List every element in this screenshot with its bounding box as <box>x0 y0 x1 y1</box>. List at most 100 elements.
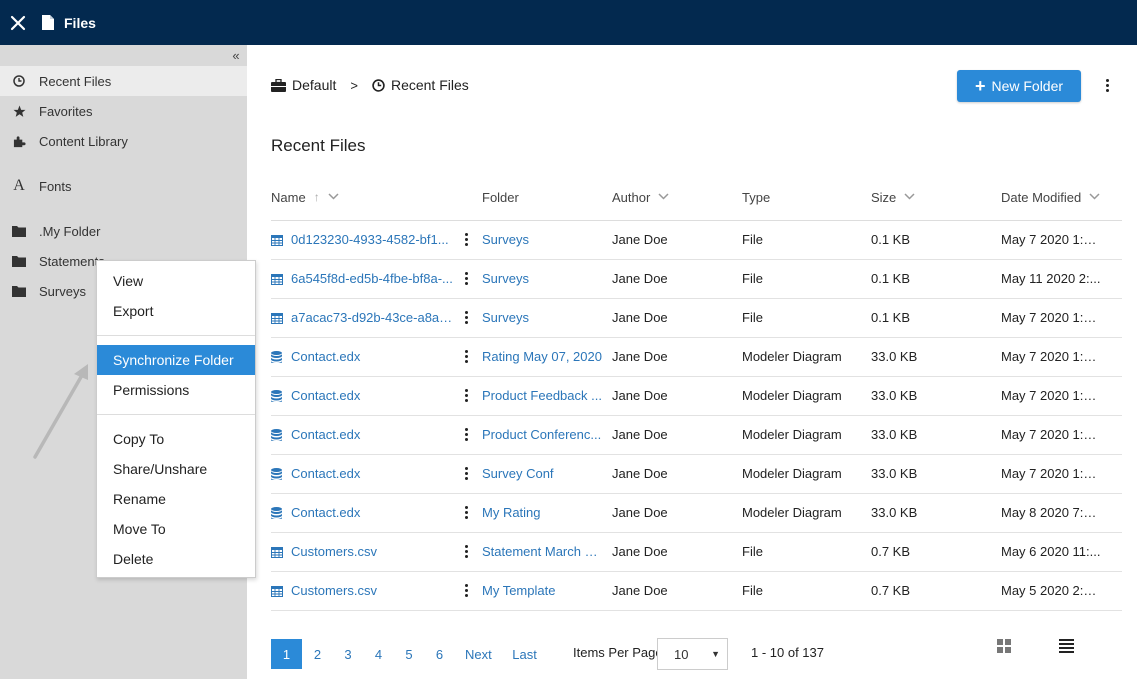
column-header-date-modified[interactable]: Date Modified <box>1001 187 1100 207</box>
items-per-page-select[interactable]: 10 ▼ <box>657 638 728 670</box>
page-6-button[interactable]: 6 <box>425 639 455 669</box>
folder-link[interactable]: Survey Conf <box>482 466 602 481</box>
row-more-options-icon[interactable] <box>464 233 468 253</box>
author-cell: Jane Doe <box>612 349 668 364</box>
collapse-sidebar-icon[interactable]: « <box>229 48 243 63</box>
author-cell: Jane Doe <box>612 427 668 442</box>
menu-item-move-to[interactable]: Move To <box>97 514 255 544</box>
type-cell: File <box>742 232 763 247</box>
file-name-link[interactable]: Contact.edx <box>291 388 455 403</box>
file-name-link[interactable]: a7acac73-d92b-43ce-a8a5-... <box>291 310 455 325</box>
table-icon <box>271 234 283 246</box>
chevron-down-icon[interactable] <box>904 192 915 203</box>
menu-item-rename[interactable]: Rename <box>97 484 255 514</box>
file-icon <box>42 15 54 30</box>
table-row[interactable]: 6a545f8d-ed5b-4fbe-bf8a-... Surveys Jane D… <box>271 260 1122 299</box>
file-name-link[interactable]: Contact.edx <box>291 427 455 442</box>
column-header-size[interactable]: Size <box>871 187 915 207</box>
sidebar-item-my-folder[interactable]: .My Folder <box>0 216 247 246</box>
file-name-link[interactable]: Contact.edx <box>291 349 455 364</box>
menu-item-view[interactable]: View <box>97 266 255 296</box>
grid-view-icon[interactable] <box>997 639 1011 656</box>
items-per-page-label: Items Per Page <box>573 645 663 660</box>
more-options-icon[interactable] <box>1102 75 1112 95</box>
column-header-type[interactable]: Type <box>742 187 770 207</box>
page-2-button[interactable]: 2 <box>303 639 333 669</box>
row-more-options-icon[interactable] <box>464 389 468 409</box>
close-icon[interactable] <box>0 0 36 45</box>
page-3-button[interactable]: 3 <box>333 639 363 669</box>
row-more-options-icon[interactable] <box>464 428 468 448</box>
last-page-link[interactable]: Last <box>502 639 547 669</box>
folder-link[interactable]: Statement March 2... <box>482 544 602 559</box>
table-row[interactable]: Contact.edx Product Conferenc... Jane Doe M… <box>271 416 1122 455</box>
file-name-link[interactable]: 6a545f8d-ed5b-4fbe-bf8a-... <box>291 271 455 286</box>
chevron-down-icon[interactable] <box>658 192 669 203</box>
folder-link[interactable]: Surveys <box>482 232 602 247</box>
file-name-link[interactable]: Contact.edx <box>291 466 455 481</box>
sidebar-item-content-library[interactable]: Content Library <box>0 126 247 156</box>
database-icon <box>271 468 283 480</box>
table-icon <box>271 312 283 324</box>
database-icon <box>271 390 283 402</box>
folder-link[interactable]: My Template <box>482 583 602 598</box>
folder-link[interactable]: Product Conferenc... <box>482 427 602 442</box>
folder-link[interactable]: Surveys <box>482 310 602 325</box>
page-4-button[interactable]: 4 <box>364 639 394 669</box>
sidebar-item-recent-files[interactable]: Recent Files <box>0 66 247 96</box>
folder-link[interactable]: Product Feedback ... <box>482 388 602 403</box>
size-cell: 0.7 KB <box>871 583 911 598</box>
sort-up-icon[interactable]: ↑ <box>314 190 320 204</box>
author-cell: Jane Doe <box>612 544 668 559</box>
column-header-folder[interactable]: Folder <box>482 187 519 207</box>
breadcrumb: Default > Recent Files <box>271 75 469 95</box>
database-icon <box>271 507 283 519</box>
menu-item-share-unshare[interactable]: Share/Unshare <box>97 454 255 484</box>
table-row[interactable]: Contact.edx My Rating Jane Doe Modeler Diag… <box>271 494 1122 533</box>
chevron-down-icon[interactable] <box>328 192 339 203</box>
menu-item-copy-to[interactable]: Copy To <box>97 424 255 454</box>
row-more-options-icon[interactable] <box>464 545 468 565</box>
sidebar-item-fonts[interactable]: A Fonts <box>0 171 247 201</box>
new-folder-button[interactable]: + New Folder <box>957 70 1081 102</box>
page-5-button[interactable]: 5 <box>394 639 424 669</box>
file-name-link[interactable]: Customers.csv <box>291 544 455 559</box>
row-more-options-icon[interactable] <box>464 467 468 487</box>
folder-icon <box>12 284 26 298</box>
file-name-link[interactable]: Customers.csv <box>291 583 455 598</box>
page-1-button[interactable]: 1 <box>271 639 302 669</box>
table-header: Name ↑ Folder Author Type Size Date Modi… <box>271 185 1122 221</box>
menu-item-permissions[interactable]: Permissions <box>97 375 255 405</box>
next-page-link[interactable]: Next <box>455 639 502 669</box>
date-modified-cell: May 7 2020 1:1... <box>1001 388 1101 403</box>
table-row[interactable]: Customers.csv My Template Jane Doe File 0.7 … <box>271 572 1122 611</box>
table-row[interactable]: Customers.csv Statement March 2... Jane Do… <box>271 533 1122 572</box>
file-name-link[interactable]: 0d123230-4933-4582-bf1... <box>291 232 455 247</box>
menu-item-export[interactable]: Export <box>97 296 255 326</box>
folder-link[interactable]: Surveys <box>482 271 602 286</box>
table-row[interactable]: 0d123230-4933-4582-bf1... Surveys Jane Doe… <box>271 221 1122 260</box>
menu-item-delete[interactable]: Delete <box>97 544 255 574</box>
row-more-options-icon[interactable] <box>464 584 468 604</box>
column-header-name[interactable]: Name ↑ <box>271 187 339 207</box>
chevron-down-icon[interactable] <box>1089 192 1100 203</box>
list-view-icon[interactable] <box>1059 639 1074 656</box>
folder-link[interactable]: My Rating <box>482 505 602 520</box>
table-row[interactable]: Contact.edx Rating May 07, 2020 Jane Doe Mo… <box>271 338 1122 377</box>
row-more-options-icon[interactable] <box>464 350 468 370</box>
menu-item-synchronize-folder[interactable]: Synchronize Folder <box>97 345 255 375</box>
author-cell: Jane Doe <box>612 583 668 598</box>
table-icon <box>271 546 283 558</box>
column-header-author[interactable]: Author <box>612 187 669 207</box>
folder-link[interactable]: Rating May 07, 2020 <box>482 349 602 364</box>
table-row[interactable]: a7acac73-d92b-43ce-a8a5-... Surveys Jane D… <box>271 299 1122 338</box>
table-row[interactable]: Contact.edx Survey Conf Jane Doe Modeler Di… <box>271 455 1122 494</box>
row-more-options-icon[interactable] <box>464 272 468 292</box>
sidebar-item-favorites[interactable]: Favorites <box>0 96 247 126</box>
table-row[interactable]: Contact.edx Product Feedback ... Jane Doe M… <box>271 377 1122 416</box>
row-more-options-icon[interactable] <box>464 506 468 526</box>
row-more-options-icon[interactable] <box>464 311 468 331</box>
file-name-link[interactable]: Contact.edx <box>291 505 455 520</box>
author-cell: Jane Doe <box>612 466 668 481</box>
breadcrumb-root[interactable]: Default <box>292 77 336 93</box>
